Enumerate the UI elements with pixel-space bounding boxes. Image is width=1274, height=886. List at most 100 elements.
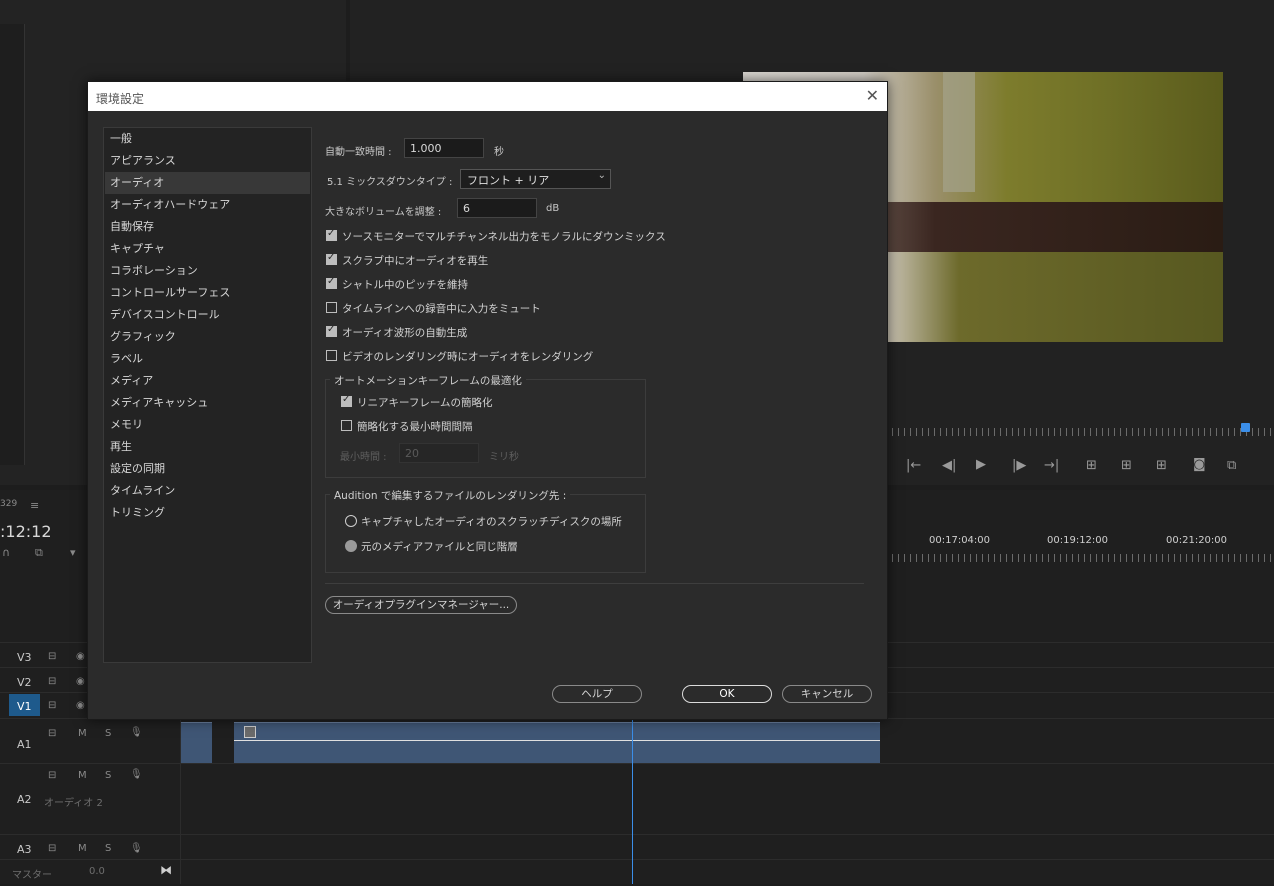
- category-item[interactable]: メディア: [105, 370, 310, 392]
- ruler-time-1: 00:17:04:00: [929, 535, 991, 546]
- mute-input-checkbox[interactable]: [326, 302, 337, 313]
- close-icon[interactable]: ✕: [866, 86, 879, 105]
- linear-keyframe-label[interactable]: リニアキーフレームの簡略化: [357, 395, 493, 410]
- waveform-checkbox[interactable]: [326, 324, 337, 337]
- render-audio-label[interactable]: ビデオのレンダリング時にオーディオをレンダリング: [342, 349, 593, 364]
- master-jump-icon[interactable]: ⧓: [160, 863, 172, 877]
- sync-lock-icon[interactable]: ⊟: [48, 728, 56, 739]
- render-audio-checkbox[interactable]: [326, 350, 337, 361]
- track-master[interactable]: マスター 0.0 ⧓: [0, 862, 180, 886]
- category-item[interactable]: 自動保存: [105, 216, 310, 238]
- playhead-marker[interactable]: [1241, 423, 1250, 432]
- scratch-disk-label[interactable]: キャプチャしたオーディオのスクラッチディスクの場所: [361, 514, 622, 529]
- category-item[interactable]: アピアランス: [105, 150, 310, 172]
- timeline-menu-icon[interactable]: ≡: [30, 499, 39, 512]
- step-back-icon[interactable]: ◀|: [942, 458, 956, 473]
- same-folder-radio[interactable]: [345, 540, 357, 552]
- overwrite-icon[interactable]: ⊞: [1121, 458, 1132, 473]
- eye-icon[interactable]: ◉: [76, 651, 85, 662]
- compare-icon[interactable]: ⧉: [1227, 458, 1236, 473]
- master-value[interactable]: 0.0: [89, 866, 105, 877]
- scratch-disk-radio[interactable]: [345, 515, 357, 527]
- category-item[interactable]: グラフィック: [105, 326, 310, 348]
- min-interval-label[interactable]: 簡略化する最小時間間隔: [357, 419, 473, 434]
- mixdown-select[interactable]: フロント + リア ⌄: [460, 169, 611, 189]
- step-forward-icon[interactable]: |▶: [1012, 458, 1026, 473]
- mute-button[interactable]: M: [78, 770, 87, 781]
- project-panel-scroll[interactable]: [0, 24, 25, 465]
- mic-icon[interactable]: 🎙: [130, 769, 143, 780]
- auto-match-unit: 秒: [494, 147, 504, 158]
- scrub-audio-checkbox[interactable]: [326, 252, 337, 265]
- category-item[interactable]: コントロールサーフェス: [105, 282, 310, 304]
- help-button[interactable]: ヘルプ: [552, 685, 642, 703]
- snap-icon[interactable]: ∩: [2, 546, 10, 559]
- eye-icon[interactable]: ◉: [76, 676, 85, 687]
- plugin-manager-button[interactable]: オーディオプラグインマネージャー...: [325, 596, 517, 614]
- same-folder-label[interactable]: 元のメディアファイルと同じ階層: [361, 539, 518, 554]
- mic-icon[interactable]: 🎙: [130, 843, 143, 854]
- timeline-timecode[interactable]: :12:12: [0, 522, 52, 541]
- min-interval-checkbox[interactable]: [341, 420, 352, 431]
- ok-button[interactable]: OK: [682, 685, 772, 703]
- marker-icon[interactable]: ▾: [70, 546, 76, 559]
- category-item[interactable]: キャプチャ: [105, 238, 310, 260]
- eye-icon[interactable]: ◉: [76, 700, 85, 711]
- ruler-time-3: 00:21:20:00: [1166, 535, 1228, 546]
- mic-icon[interactable]: 🎙: [130, 727, 143, 738]
- solo-button[interactable]: S: [105, 770, 111, 781]
- sync-lock-icon[interactable]: ⊟: [48, 651, 56, 662]
- category-item[interactable]: トリミング: [105, 502, 310, 524]
- scrub-audio-label[interactable]: スクラブ中にオーディオを再生: [342, 253, 488, 268]
- linear-keyframe-checkbox[interactable]: [341, 394, 352, 407]
- category-item[interactable]: メモリ: [105, 414, 310, 436]
- go-to-in-icon[interactable]: |←: [906, 458, 921, 473]
- master-label: マスター: [12, 870, 52, 881]
- category-item[interactable]: タイムライン: [105, 480, 310, 502]
- camera-icon[interactable]: ◙: [1193, 457, 1206, 472]
- dialog-titlebar[interactable]: 環境設定 ✕: [88, 82, 887, 111]
- audio-clip[interactable]: [181, 722, 212, 763]
- auto-match-input[interactable]: 1.000: [404, 138, 484, 158]
- sync-lock-icon[interactable]: ⊟: [48, 770, 56, 781]
- large-volume-input[interactable]: 6: [457, 198, 537, 218]
- category-item[interactable]: メディアキャッシュ: [105, 392, 310, 414]
- track-a3[interactable]: A3 ⊟ M S 🎙: [0, 837, 180, 861]
- insert-icon[interactable]: ⊞: [1086, 458, 1097, 473]
- category-item[interactable]: デバイスコントロール: [105, 304, 310, 326]
- solo-button[interactable]: S: [105, 728, 111, 739]
- linked-icon[interactable]: ⧉: [35, 546, 43, 560]
- downmix-checkbox[interactable]: [326, 228, 337, 241]
- downmix-label[interactable]: ソースモニターでマルチチャンネル出力をモノラルにダウンミックス: [342, 229, 666, 244]
- clip-volume-line[interactable]: [234, 740, 880, 741]
- sync-lock-icon[interactable]: ⊟: [48, 676, 56, 687]
- mute-button[interactable]: M: [78, 843, 87, 854]
- shuttle-pitch-checkbox[interactable]: [326, 276, 337, 289]
- category-list: 一般 アピアランス オーディオ オーディオハードウェア 自動保存 キャプチャ コ…: [103, 127, 312, 663]
- solo-button[interactable]: S: [105, 843, 111, 854]
- track-name: A2: [17, 793, 32, 806]
- timeline-ruler[interactable]: [886, 554, 1274, 562]
- category-item[interactable]: 設定の同期: [105, 458, 310, 480]
- category-item[interactable]: オーディオハードウェア: [105, 194, 310, 216]
- audio-clip[interactable]: [234, 722, 880, 763]
- category-item[interactable]: 再生: [105, 436, 310, 458]
- mute-button[interactable]: M: [78, 728, 87, 739]
- sync-lock-icon[interactable]: ⊟: [48, 700, 56, 711]
- track-a2[interactable]: A2 オーディオ 2 ⊟ M S 🎙: [0, 769, 180, 811]
- lift-icon[interactable]: ⊞: [1156, 458, 1167, 473]
- waveform-label[interactable]: オーディオ波形の自動生成: [342, 325, 467, 340]
- category-item[interactable]: コラボレーション: [105, 260, 310, 282]
- go-to-out-icon[interactable]: →|: [1044, 458, 1059, 473]
- mute-input-label[interactable]: タイムラインへの録音中に入力をミュート: [342, 301, 541, 316]
- shuttle-pitch-label[interactable]: シャトル中のピッチを維持: [342, 277, 468, 292]
- timeline-playhead-line[interactable]: [632, 718, 633, 884]
- category-item[interactable]: 一般: [105, 128, 310, 150]
- category-item[interactable]: ラベル: [105, 348, 310, 370]
- monitor-scrub-ruler[interactable]: [886, 428, 1274, 436]
- category-item-audio[interactable]: オーディオ: [105, 172, 310, 194]
- sync-lock-icon[interactable]: ⊟: [48, 843, 56, 854]
- cancel-button[interactable]: キャンセル: [782, 685, 872, 703]
- play-icon[interactable]: ▶: [976, 457, 986, 472]
- track-a1[interactable]: A1 ⊟ M S 🎙: [0, 727, 180, 756]
